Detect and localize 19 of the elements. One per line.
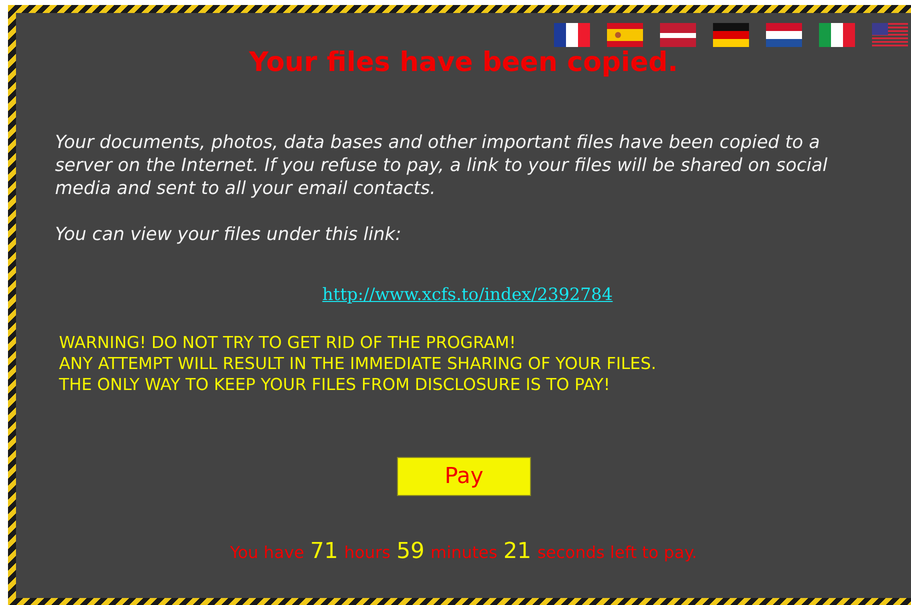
italian-flag-icon[interactable] — [819, 23, 855, 47]
french-flag-icon[interactable] — [554, 23, 590, 47]
countdown-label: minutes — [430, 543, 498, 562]
warning-text: WARNING! DO NOT TRY TO GET RID OF THE PROGRAM! ANY ATTEMPT WILL RESULT IN THE IMMEDIATE SHARING OF YOUR FILES. THE ONLY WAY TO KEEP YOUR FILES FROM DISCLOSURE IS TO PAY! — [58, 332, 658, 395]
countdown-value: 59 — [396, 539, 425, 564]
pay-button[interactable]: Pay — [397, 457, 531, 496]
countdown-value: 21 — [503, 539, 532, 564]
countdown-label: hours — [344, 543, 391, 562]
countdown-label: You have — [230, 543, 304, 562]
message-paragraph: Your documents, photos, data bases and other important files have been copied to a server on the Internet. If you refuse to pay, a link to your files will be shared on social media and sent to all your email contacts. — [54, 131, 829, 200]
spanish-flag-icon[interactable] — [607, 23, 643, 47]
latvian-flag-icon[interactable] — [660, 23, 696, 47]
countdown-value: 71 — [310, 539, 338, 564]
dutch-flag-icon[interactable] — [766, 23, 802, 47]
german-flag-icon[interactable] — [713, 23, 749, 47]
message-paragraph: You can view your files under this link: — [54, 223, 402, 246]
files-link[interactable]: http://www.xcfs.to/index/2392784 — [322, 285, 613, 305]
countdown-label: seconds left to pay. — [537, 543, 698, 562]
window-title: Your files have been copied. — [248, 47, 679, 79]
